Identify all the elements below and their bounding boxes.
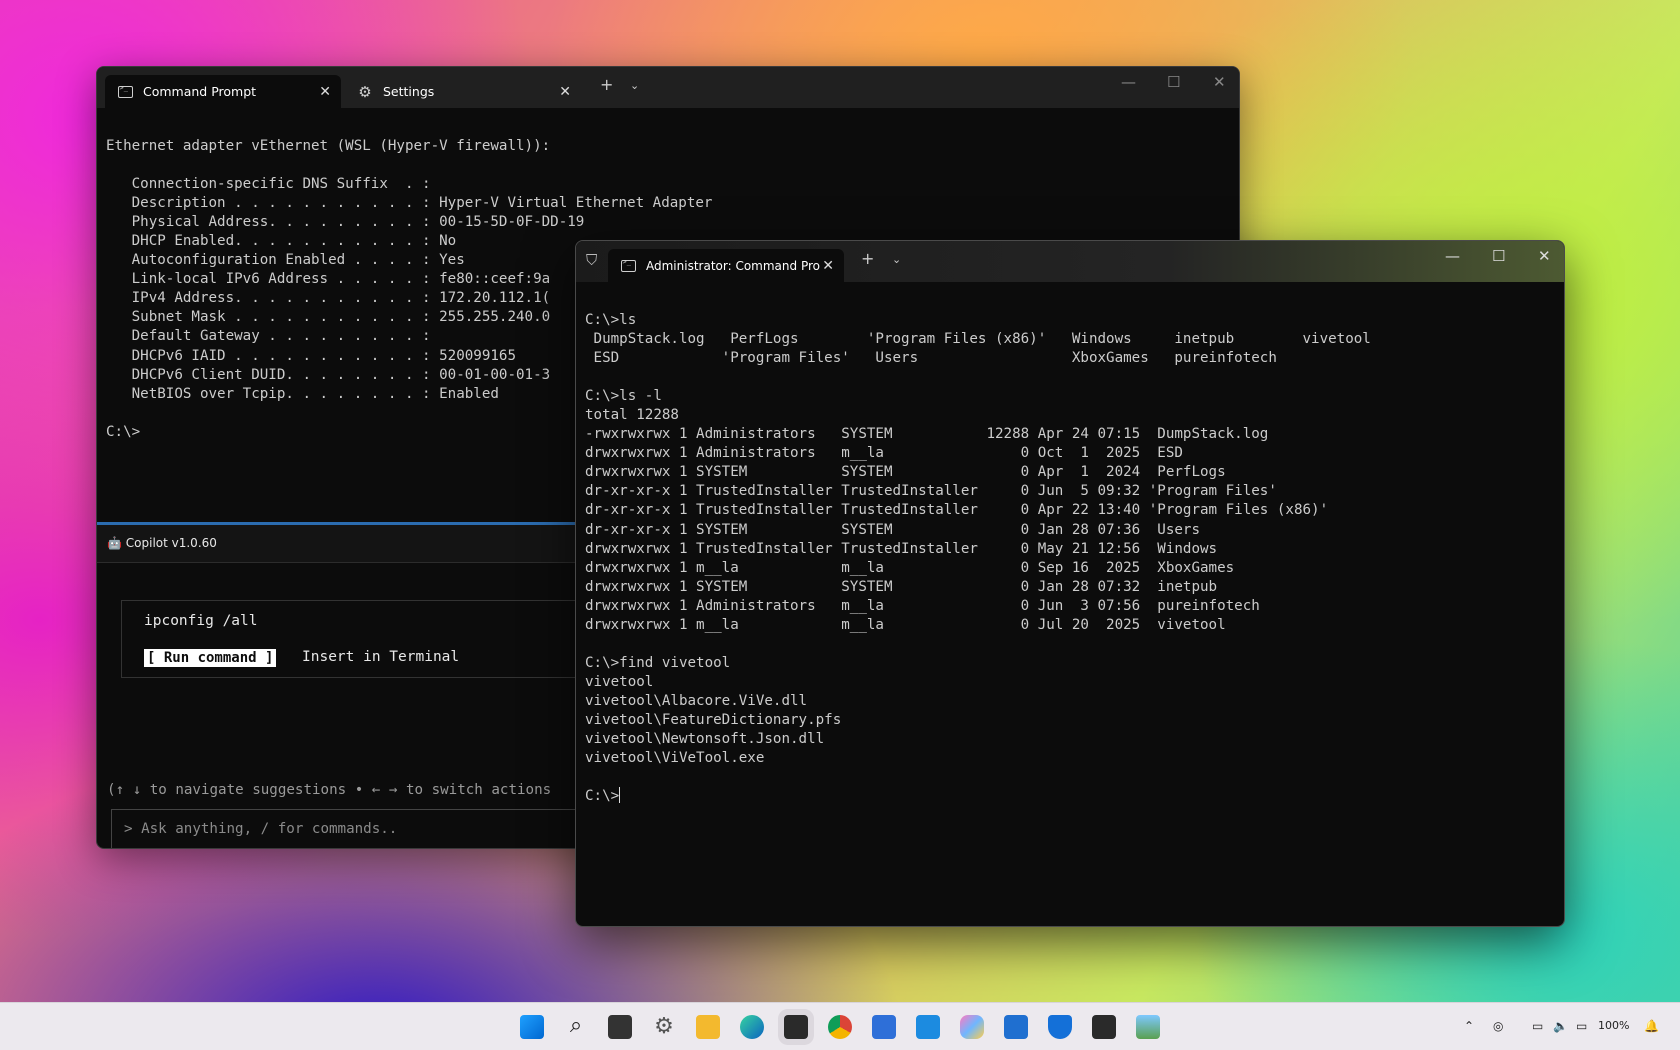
terminal-line: drwxrwxrwx 1 m__la m__la 0 Jul 20 2025 v…: [585, 616, 1226, 633]
maximize-button[interactable]: ☐: [1167, 73, 1180, 91]
tab-bar: Command Prompt ✕ ⚙ Settings ✕ + ⌄ — ☐ ✕: [97, 67, 1239, 108]
settings-icon[interactable]: ⚙: [652, 1015, 676, 1039]
network-icon[interactable]: ◎: [1493, 1019, 1503, 1033]
cmd-icon: [117, 84, 133, 100]
terminal-line: Ethernet adapter vEthernet (WSL (Hyper-V…: [106, 138, 551, 154]
windows-start-icon[interactable]: [520, 1015, 544, 1039]
chevron-up-icon[interactable]: ⌃: [1464, 1019, 1474, 1033]
terminal-line: drwxrwxrwx 1 SYSTEM SYSTEM 0 Apr 1 2024 …: [585, 464, 1226, 481]
tab-bar: ⛉ Administrator: Command Pro ✕ + ⌄ — ☐ ✕: [576, 241, 1564, 282]
terminal-line: DumpStack.log PerfLogs 'Program Files (x…: [585, 331, 1371, 348]
admin-terminal-icon[interactable]: [1092, 1015, 1116, 1039]
terminal-line: dr-xr-xr-x 1 SYSTEM SYSTEM 0 Jan 28 07:3…: [585, 521, 1200, 538]
terminal-line: ESD 'Program Files' Users XboxGames pure…: [585, 350, 1277, 367]
terminal-line: C:\>ls -l: [585, 388, 662, 405]
vscode-icon[interactable]: [916, 1015, 940, 1039]
tab-label: Settings: [383, 84, 435, 99]
tab-label: Command Prompt: [143, 84, 257, 99]
terminal-line: drwxrwxrwx 1 SYSTEM SYSTEM 0 Jan 28 07:3…: [585, 578, 1218, 595]
terminal-line: total 12288: [585, 407, 679, 424]
terminal-line: drwxrwxrwx 1 TrustedInstaller TrustedIns…: [585, 540, 1218, 557]
photos-icon[interactable]: [1136, 1015, 1160, 1039]
close-tab-icon[interactable]: ✕: [559, 84, 571, 100]
navigation-hint: (↑ ↓ to navigate suggestions • ← → to sw…: [107, 782, 552, 798]
terminal-line: Connection-specific DNS Suffix . :: [106, 176, 431, 193]
terminal-line: vivetool\ViVeTool.exe: [585, 750, 765, 767]
terminal-line: drwxrwxrwx 1 m__la m__la 0 Sep 16 2025 X…: [585, 559, 1235, 576]
terminal-line: vivetool: [585, 673, 654, 690]
close-button[interactable]: ✕: [1213, 73, 1226, 91]
terminal-line: C:\>ls: [585, 312, 637, 328]
terminal-line: Description . . . . . . . . . . . : Hype…: [106, 195, 713, 212]
tab-label: Administrator: Command Pro: [646, 258, 820, 273]
text-cursor: [619, 787, 621, 804]
chrome-icon[interactable]: [828, 1015, 852, 1039]
insert-in-terminal-button[interactable]: Insert in Terminal: [302, 649, 459, 665]
notepad-icon[interactable]: [872, 1015, 896, 1039]
new-tab-button[interactable]: +: [600, 75, 613, 94]
terminal-line: vivetool\Newtonsoft.Json.dll: [585, 731, 825, 748]
terminal-line: vivetool\Albacore.ViVe.dll: [585, 692, 808, 709]
run-command-button[interactable]: [ Run command ]: [144, 649, 277, 667]
terminal-line: drwxrwxrwx 1 Administrators m__la 0 Oct …: [585, 445, 1183, 462]
new-tab-button[interactable]: +: [861, 249, 874, 268]
admin-terminal-window[interactable]: ⛉ Administrator: Command Pro ✕ + ⌄ — ☐ ✕…: [575, 240, 1565, 927]
task-view-icon[interactable]: [608, 1015, 632, 1039]
store-icon[interactable]: [1004, 1015, 1028, 1039]
cmd-icon: [620, 258, 636, 274]
edge-icon[interactable]: [740, 1015, 764, 1039]
terminal-icon[interactable]: [784, 1015, 808, 1039]
suggested-command: ipconfig /all: [144, 613, 258, 629]
minimize-button[interactable]: —: [1121, 73, 1136, 91]
battery-percent: 100%: [1598, 1019, 1630, 1032]
tab-command-prompt[interactable]: Command Prompt ✕: [105, 75, 341, 108]
ask-placeholder: > Ask anything, / for commands..: [124, 821, 398, 837]
search-icon[interactable]: ⌕: [564, 1015, 588, 1039]
taskbar: ⌕ ⚙ ⌃ ◎ ▭ 🔈 ▭ 100% 🔔: [0, 1002, 1680, 1050]
terminal-line: Physical Address. . . . . . . . . : 00-1…: [106, 214, 585, 231]
terminal-line: dr-xr-xr-x 1 TrustedInstaller TrustedIns…: [585, 483, 1277, 500]
notification-icon[interactable]: 🔔: [1644, 1019, 1659, 1033]
display-icon[interactable]: ▭: [1532, 1019, 1543, 1033]
terminal-output[interactable]: C:\>ls DumpStack.log PerfLogs 'Program F…: [585, 311, 1371, 806]
terminal-line: drwxrwxrwx 1 Administrators m__la 0 Jun …: [585, 597, 1260, 614]
chevron-down-icon[interactable]: ⌄: [892, 253, 901, 266]
shield-icon: ⛉: [586, 251, 598, 269]
tab-admin-command-prompt[interactable]: Administrator: Command Pro ✕: [608, 249, 844, 282]
terminal-line: -rwxrwxrwx 1 Administrators SYSTEM 12288…: [585, 426, 1269, 443]
terminal-line: C:\>find vivetool: [585, 654, 731, 671]
chevron-down-icon[interactable]: ⌄: [630, 79, 639, 92]
file-explorer-icon[interactable]: [696, 1015, 720, 1039]
terminal-line: dr-xr-xr-x 1 TrustedInstaller TrustedIns…: [585, 502, 1329, 519]
tab-settings[interactable]: ⚙ Settings ✕: [345, 75, 581, 108]
close-tab-icon[interactable]: ✕: [319, 84, 331, 100]
close-tab-icon[interactable]: ✕: [822, 258, 834, 274]
maximize-button[interactable]: ☐: [1492, 247, 1505, 265]
battery-icon[interactable]: ▭: [1576, 1019, 1587, 1033]
volume-icon[interactable]: 🔈: [1553, 1019, 1568, 1033]
defender-icon[interactable]: [1048, 1015, 1072, 1039]
terminal-prompt[interactable]: C:\>: [585, 787, 1371, 806]
copilot-icon[interactable]: [960, 1015, 984, 1039]
gear-icon: ⚙: [358, 82, 372, 101]
close-button[interactable]: ✕: [1538, 247, 1551, 265]
minimize-button[interactable]: —: [1445, 247, 1460, 265]
terminal-line: vivetool\FeatureDictionary.pfs: [585, 711, 842, 728]
copilot-title: 🤖 Copilot v1.0.60: [107, 536, 217, 550]
